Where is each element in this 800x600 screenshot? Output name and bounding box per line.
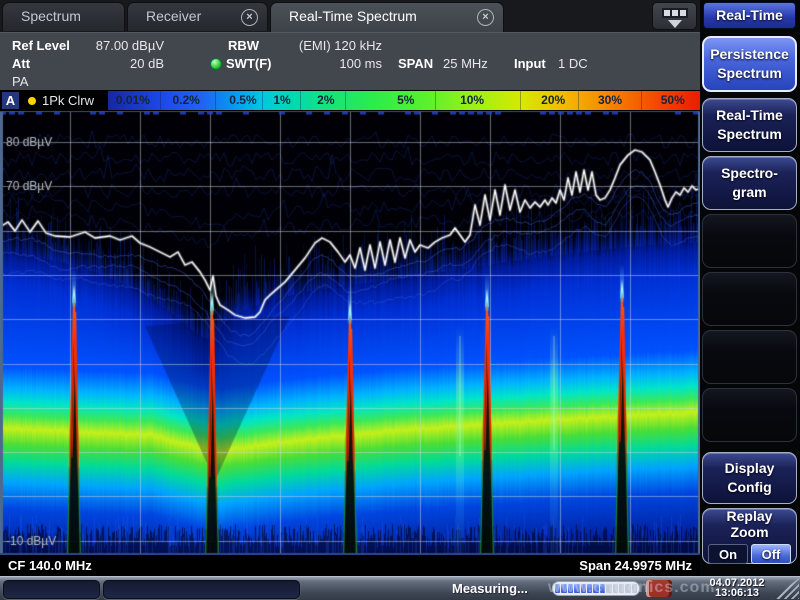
- input-label: Input: [514, 56, 546, 71]
- span-label: SPAN: [398, 56, 433, 71]
- softkey-label: Display: [703, 459, 796, 478]
- swt-label: SWT(F): [226, 56, 271, 71]
- span-readout[interactable]: Span 24.9975 MHz: [579, 558, 692, 573]
- spectrum-analyzer-screen: Spectrum Receiver × Real-Time Spectrum ×…: [0, 0, 800, 600]
- progress-segment: [606, 584, 611, 593]
- tab-bar: Spectrum Receiver × Real-Time Spectrum ×: [0, 0, 700, 32]
- tab-receiver-label: Receiver: [146, 8, 201, 24]
- scale-label: 0.5%: [229, 93, 256, 107]
- softkey-sidebar: Real-Time Persistence Spectrum Real-Time…: [700, 0, 800, 576]
- tab-receiver[interactable]: Receiver ×: [127, 2, 268, 31]
- progress-segment: [632, 584, 637, 593]
- progress-segment: [625, 584, 630, 593]
- progress-segment: [581, 584, 586, 593]
- softkey-replay-zoom[interactable]: Replay Zoom On Off: [702, 508, 797, 564]
- att-value[interactable]: 20 dB: [84, 56, 164, 71]
- progress-segment: [555, 584, 560, 593]
- persistence-color-scale: 0.01% 0.2% 0.5% 1% 2% 5% 10% 20% 30% 50%: [108, 91, 700, 110]
- softkey-empty: [702, 388, 797, 442]
- close-icon[interactable]: ×: [241, 9, 258, 26]
- softkey-label: Persistence: [704, 45, 795, 64]
- tab-spectrum[interactable]: Spectrum: [2, 2, 125, 31]
- window-list-button[interactable]: [652, 2, 697, 30]
- softkey-label: gram: [703, 183, 796, 202]
- softkey-label: Spectrum: [703, 125, 796, 144]
- scale-label: 50%: [661, 93, 685, 107]
- softkey-spectrogram[interactable]: Spectro- gram: [702, 156, 797, 210]
- center-frequency-readout[interactable]: CF 140.0 MHz: [8, 558, 92, 573]
- input-value[interactable]: 1 DC: [558, 56, 588, 71]
- progress-segment: [593, 584, 598, 593]
- scale-label: 30%: [598, 93, 622, 107]
- status-bar: Measuring...: [0, 576, 800, 600]
- progress-segment: [619, 584, 624, 593]
- softkey-label: Config: [703, 478, 796, 497]
- chevron-down-icon: [668, 20, 682, 28]
- trace-marker-icon: [28, 97, 36, 105]
- progress-segment: [613, 584, 618, 593]
- persistence-spectrum-display[interactable]: [0, 111, 700, 554]
- progress-segment: [600, 584, 605, 593]
- softkey-realtime-spectrum[interactable]: Real-Time Spectrum: [702, 98, 797, 152]
- replay-zoom-toggle: On Off: [708, 544, 791, 564]
- time-label: 13:06:13: [704, 588, 770, 598]
- status-slot: [103, 580, 300, 599]
- preamp-indicator: PA: [12, 74, 28, 89]
- softkey-persistence-spectrum[interactable]: Persistence Spectrum: [702, 36, 797, 92]
- watermark-logo: [646, 580, 672, 597]
- sweep-status-led-icon: [210, 58, 222, 70]
- scale-label: 20%: [541, 93, 565, 107]
- scale-label: 2%: [317, 93, 334, 107]
- ref-level-label: Ref Level: [12, 38, 70, 53]
- trace-label[interactable]: 1Pk Clrw: [42, 93, 94, 108]
- rbw-value[interactable]: (EMI) 120 kHz: [286, 38, 382, 53]
- trace-and-scale-bar: A 1Pk Clrw 0.01% 0.2% 0.5% 1% 2% 5% 10% …: [0, 90, 700, 111]
- softkey-label: Spectro-: [703, 164, 796, 183]
- measuring-status: Measuring...: [452, 581, 528, 596]
- ref-level-value[interactable]: 87.00 dBµV: [84, 38, 164, 53]
- progress-segment: [587, 584, 592, 593]
- close-icon[interactable]: ×: [477, 9, 494, 26]
- rbw-label: RBW: [228, 38, 259, 53]
- progress-segment: [568, 584, 573, 593]
- softkey-empty: [702, 272, 797, 326]
- softkey-label: Zoom: [703, 524, 796, 540]
- scale-label: 0.01%: [116, 93, 150, 107]
- softkey-display-config[interactable]: Display Config: [702, 452, 797, 504]
- progress-segment: [561, 584, 566, 593]
- replay-zoom-off-button[interactable]: Off: [751, 544, 791, 564]
- progress-bar: [552, 581, 640, 596]
- spectrum-window: A 1Pk Clrw 0.01% 0.2% 0.5% 1% 2% 5% 10% …: [0, 90, 700, 576]
- swt-value[interactable]: 100 ms: [286, 56, 382, 71]
- frequency-footer: CF 140.0 MHz Span 24.9975 MHz: [0, 554, 700, 576]
- softkey-label: Spectrum: [704, 64, 795, 83]
- softkey-empty: [702, 330, 797, 384]
- softkey-empty: [702, 214, 797, 268]
- tab-spectrum-label: Spectrum: [21, 8, 81, 24]
- softkey-label: Replay: [703, 508, 796, 524]
- progress-segment: [574, 584, 579, 593]
- scale-label: 10%: [460, 93, 484, 107]
- softkey-label: Real-Time: [703, 106, 796, 125]
- date-time: 04.07.2012 13:06:13: [704, 578, 770, 598]
- scale-label: 1%: [273, 93, 290, 107]
- status-slot: [3, 580, 100, 599]
- scale-label: 0.2%: [172, 93, 199, 107]
- window-letter-badge: A: [2, 92, 19, 109]
- att-label: Att: [12, 56, 30, 71]
- settings-header: Ref Level 87.00 dBµV RBW (EMI) 120 kHz A…: [0, 32, 700, 90]
- tab-realtime-spectrum[interactable]: Real-Time Spectrum ×: [270, 2, 504, 33]
- scale-label: 5%: [397, 93, 414, 107]
- menu-title: Real-Time: [703, 2, 796, 29]
- window-tiles-icon: [662, 8, 688, 18]
- tab-realtime-spectrum-label: Real-Time Spectrum: [289, 8, 417, 24]
- replay-zoom-on-button[interactable]: On: [708, 544, 748, 564]
- span-value[interactable]: 25 MHz: [443, 56, 488, 71]
